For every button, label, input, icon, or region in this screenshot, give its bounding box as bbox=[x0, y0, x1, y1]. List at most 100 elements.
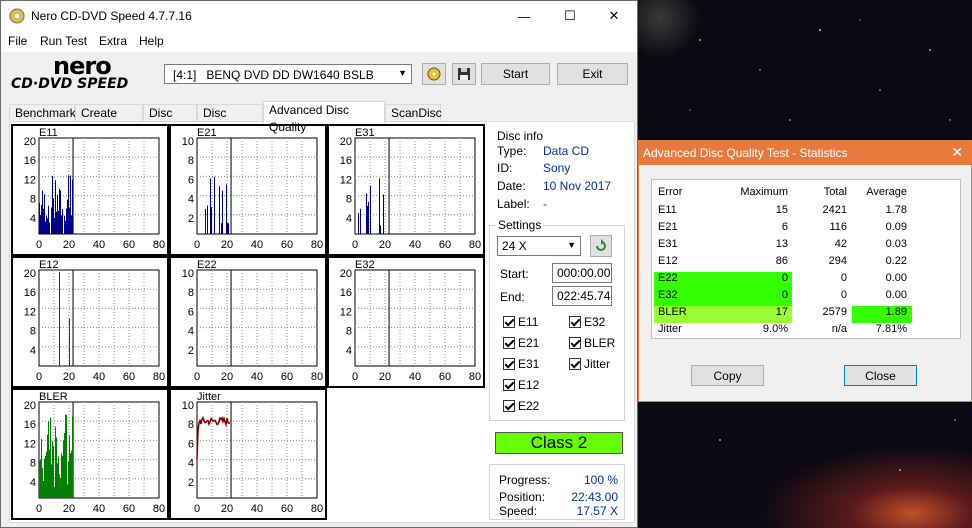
checkbox-label: E32 bbox=[584, 315, 606, 329]
chart-bar bbox=[66, 208, 67, 234]
x-tick-label: 80 bbox=[153, 239, 165, 251]
tab-disc-info[interactable]: Disc Info bbox=[143, 104, 197, 137]
window-title: Nero CD-DVD Speed 4.7.7.16 bbox=[31, 9, 192, 23]
y-tick-label: 6 bbox=[188, 438, 194, 450]
chart-bar bbox=[65, 220, 66, 234]
chart-bar bbox=[64, 433, 65, 498]
statistics-cell-name: E21 bbox=[658, 221, 678, 233]
chart-bar bbox=[48, 205, 49, 234]
chart-bar bbox=[46, 451, 47, 498]
speed-select[interactable]: 24 X ▼ bbox=[497, 236, 581, 256]
chart-title: E31 bbox=[355, 127, 375, 139]
x-tick-label: 0 bbox=[194, 371, 200, 383]
y-tick-label: 20 bbox=[24, 136, 36, 148]
statistics-cell-total: 116 bbox=[829, 221, 847, 233]
checkbox-box bbox=[503, 337, 515, 349]
x-tick-label: 80 bbox=[311, 371, 323, 383]
x-tick-label: 20 bbox=[63, 503, 75, 515]
close-window-button[interactable]: ✕ bbox=[591, 1, 637, 31]
x-tick-label: 60 bbox=[439, 239, 451, 251]
start-label: Start: bbox=[500, 267, 529, 281]
refresh-icon bbox=[596, 239, 606, 251]
y-tick-label: 20 bbox=[24, 400, 36, 412]
statistics-cell-name: E22 bbox=[658, 272, 678, 284]
save-button[interactable] bbox=[452, 63, 476, 85]
y-tick-label: 12 bbox=[24, 174, 36, 186]
statistics-cell-max: 6 bbox=[781, 221, 788, 233]
statistics-row: E21 6 116 0.09 bbox=[652, 219, 962, 236]
chart-e11: E11201612840 20 40 60 80 bbox=[11, 124, 169, 256]
chart-bar bbox=[60, 190, 61, 234]
tab-benchmark[interactable]: Benchmark bbox=[9, 104, 76, 122]
chart-bar bbox=[48, 421, 49, 498]
checkbox-jitter[interactable]: Jitter bbox=[569, 357, 610, 371]
checkbox-e12[interactable]: E12 bbox=[503, 378, 539, 392]
x-tick-label: 40 bbox=[409, 371, 421, 383]
tab-create-disc[interactable]: Create Disc bbox=[75, 104, 143, 137]
end-time-field[interactable]: 022:45.74 bbox=[552, 286, 612, 306]
tab-advanced-disc-quality[interactable]: Advanced Disc Quality bbox=[263, 101, 385, 134]
drive-info-button[interactable] bbox=[422, 63, 446, 85]
y-tick-label: 10 bbox=[182, 136, 194, 148]
x-tick-label: 40 bbox=[93, 239, 105, 251]
y-tick-label: 12 bbox=[24, 306, 36, 318]
x-tick-label: 20 bbox=[63, 371, 75, 383]
x-tick-label: 0 bbox=[36, 371, 42, 383]
chart-bar bbox=[43, 208, 44, 234]
chart-bar bbox=[59, 474, 60, 498]
checkbox-label: E12 bbox=[518, 378, 540, 392]
y-tick-label: 4 bbox=[346, 345, 352, 357]
menu-run-test[interactable]: Run Test bbox=[40, 34, 87, 48]
chart-title: E11 bbox=[39, 127, 58, 139]
menu-help[interactable]: Help bbox=[139, 34, 164, 48]
drive-select[interactable]: [4:1] BENQ DVD DD DW1640 BSLB ▼ bbox=[164, 64, 412, 84]
checkbox-bler[interactable]: BLER bbox=[569, 336, 615, 350]
maximize-button[interactable]: ☐ bbox=[547, 1, 593, 31]
statistics-cell-avg: 7.81% bbox=[875, 323, 907, 335]
checkbox-e32[interactable]: E32 bbox=[569, 315, 605, 329]
statistics-cell-name: E12 bbox=[658, 255, 678, 267]
settings-title: Settings bbox=[496, 218, 544, 232]
start-button[interactable]: Start bbox=[481, 63, 550, 85]
disc-app-icon bbox=[9, 8, 25, 24]
chart-bar bbox=[45, 455, 46, 498]
floppy-disk-icon bbox=[458, 68, 470, 80]
chart-bar bbox=[56, 211, 57, 234]
dialog-title: Advanced Disc Quality Test - Statistics bbox=[643, 146, 848, 160]
close-icon[interactable]: ✕ bbox=[951, 144, 963, 161]
chart-bar bbox=[72, 416, 73, 498]
chart-bar bbox=[61, 215, 62, 234]
statistics-cell-avg: 0.22 bbox=[885, 255, 907, 267]
x-tick-label: 60 bbox=[439, 371, 451, 383]
checkbox-e11[interactable]: E11 bbox=[503, 315, 538, 329]
menu-file[interactable]: File bbox=[8, 34, 27, 48]
x-tick-label: 0 bbox=[352, 371, 358, 383]
x-tick-label: 60 bbox=[281, 239, 293, 251]
close-button[interactable]: Close bbox=[844, 365, 917, 386]
exit-button[interactable]: Exit bbox=[557, 63, 628, 85]
start-time-field[interactable]: 000:00.00 bbox=[552, 263, 612, 283]
chart-bar bbox=[51, 207, 52, 234]
chart-bar bbox=[60, 478, 61, 498]
chart-bar bbox=[226, 184, 227, 234]
chart-bar bbox=[49, 449, 50, 498]
checkbox-box bbox=[569, 358, 581, 370]
chart-jitter: Jitter1086420 20 40 60 80 bbox=[169, 388, 327, 520]
chart-bar bbox=[70, 175, 71, 234]
chart-bar bbox=[55, 180, 56, 234]
checkbox-e22[interactable]: E22 bbox=[503, 399, 539, 413]
chart-bar bbox=[41, 204, 42, 234]
chart-bar bbox=[43, 480, 44, 498]
tab-scandisc[interactable]: ScanDisc bbox=[385, 104, 442, 122]
menu-extra[interactable]: Extra bbox=[99, 34, 127, 48]
copy-button[interactable]: Copy bbox=[691, 365, 764, 386]
tab-disc-quality[interactable]: Disc Quality bbox=[197, 104, 263, 137]
checkbox-e21[interactable]: E21 bbox=[503, 336, 539, 350]
x-tick-label: 0 bbox=[352, 239, 358, 251]
refresh-speed-button[interactable] bbox=[590, 235, 612, 257]
checkbox-box bbox=[569, 337, 581, 349]
y-tick-label: 16 bbox=[340, 155, 352, 167]
checkbox-label: E11 bbox=[518, 315, 539, 329]
checkbox-e31[interactable]: E31 bbox=[503, 357, 539, 371]
minimize-button[interactable]: — bbox=[501, 1, 547, 31]
